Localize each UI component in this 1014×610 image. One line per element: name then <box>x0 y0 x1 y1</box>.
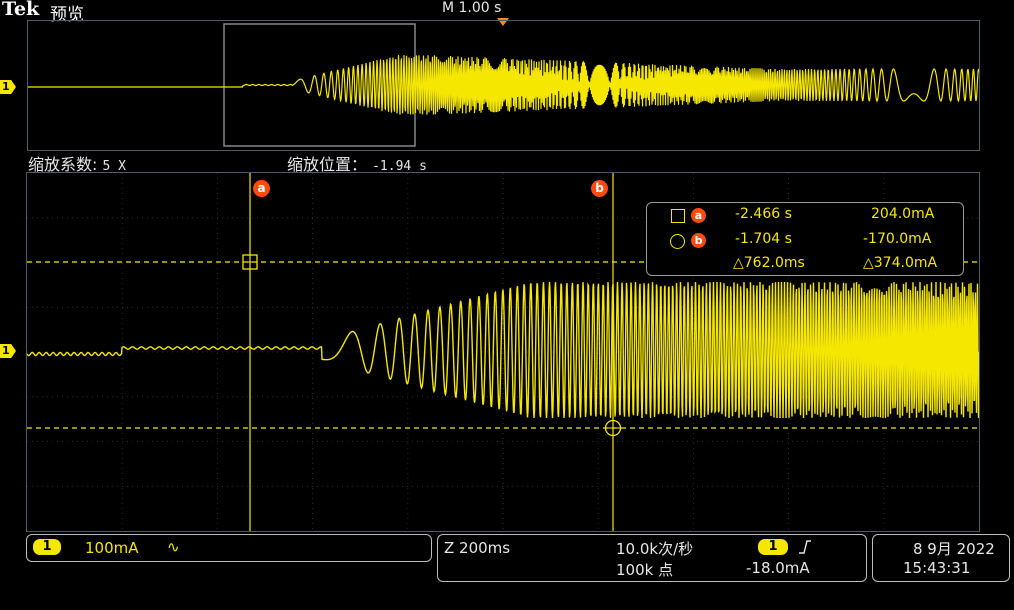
record-length: 100k 点 <box>616 561 674 579</box>
brand-logo: Tek <box>2 0 40 20</box>
trigger-source-badge: 1 <box>758 539 788 555</box>
rising-edge-icon <box>799 540 811 554</box>
cursor-delta-value: △374.0mA <box>863 255 938 271</box>
cursor-delta-time: △762.0ms <box>733 255 805 271</box>
trigger-level: -18.0mA <box>746 559 810 577</box>
cursor-b-time: -1.704 s <box>735 231 792 247</box>
cursor-a-square-icon <box>671 209 685 223</box>
overview-channel1-marker[interactable]: 1 <box>0 80 16 94</box>
cursor-b-readout-tag: b <box>691 233 706 248</box>
datetime-box[interactable]: 8 9月 2022 15:43:31 <box>872 534 1010 582</box>
zoom-timebase: Z 200ms <box>444 539 511 557</box>
sample-rate: 10.0k次/秒 <box>616 540 694 558</box>
channel1-vdiv: 100mA <box>85 539 139 557</box>
cursor-a-value: 204.0mA <box>871 206 935 222</box>
cursor-b-value: -170.0mA <box>863 231 932 247</box>
date-display: 8 9月 2022 <box>913 540 995 558</box>
coupling-icon: ∿ <box>167 538 180 556</box>
cursor-readout-panel[interactable]: a -2.466 s 204.0mA b -1.704 s -170.0mA △… <box>646 202 964 276</box>
overview-window[interactable] <box>27 20 980 151</box>
overview-waveform <box>28 55 979 115</box>
cursor-b-tag[interactable]: b <box>591 180 608 197</box>
time-display: 15:43:31 <box>903 559 971 577</box>
zoom-channel1-marker[interactable]: 1 <box>0 344 16 358</box>
overview-graticule <box>28 23 979 147</box>
channel1-badge: 1 <box>33 539 61 555</box>
cursor-a-time: -2.466 s <box>735 206 792 222</box>
acquisition-settings-box[interactable]: Z 200ms 10.0k次/秒 100k 点 1 -18.0mA <box>437 534 867 582</box>
cursor-a-tag[interactable]: a <box>253 180 270 197</box>
main-timebase[interactable]: M 1.00 s <box>442 0 501 16</box>
zoom-waveform <box>27 281 979 419</box>
zoom-bracket-gap-left <box>225 25 231 145</box>
cursor-a-readout-tag: a <box>691 208 706 223</box>
channel1-settings-box[interactable]: 1 100mA ∿ <box>26 534 432 562</box>
cursor-b-circle-icon <box>670 234 685 249</box>
